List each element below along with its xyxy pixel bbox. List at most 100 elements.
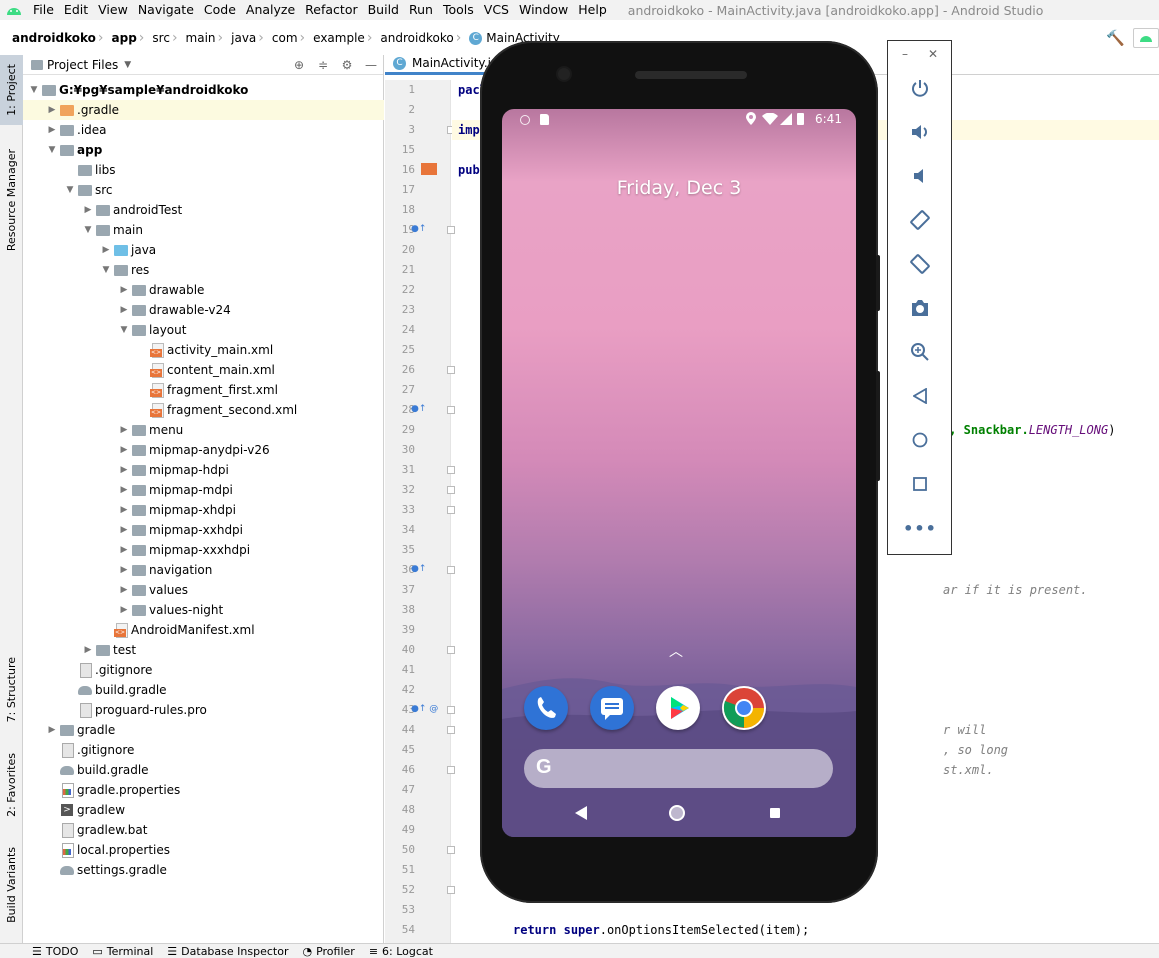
tree-item[interactable]: ▶ mipmap-anydpi-v26 — [23, 440, 384, 460]
breadcrumb-item-src[interactable]: src › — [152, 30, 185, 46]
overview-icon[interactable] — [907, 471, 933, 497]
chevron-right-icon[interactable]: ▶ — [117, 540, 131, 560]
chrome-app-icon[interactable] — [722, 686, 766, 730]
volume-up-icon[interactable] — [907, 119, 933, 145]
chevron-right-icon[interactable]: ▶ — [99, 240, 113, 260]
home-icon[interactable] — [907, 427, 933, 453]
tab-database-inspector[interactable]: ☰ Database Inspector — [167, 945, 288, 958]
tab-structure[interactable]: 7: Structure — [0, 645, 23, 735]
menu-code[interactable]: Code — [199, 0, 241, 20]
chevron-right-icon[interactable]: ▶ — [81, 200, 95, 220]
tree-item[interactable]: build.gradle — [23, 760, 384, 780]
menu-view[interactable]: View — [93, 0, 133, 20]
rotate-right-icon[interactable] — [907, 251, 933, 277]
tree-item[interactable]: ▶ java — [23, 240, 384, 260]
chevron-right-icon[interactable]: ▶ — [117, 280, 131, 300]
tree-item[interactable]: ▶ androidTest — [23, 200, 384, 220]
chevron-right-icon[interactable]: ▶ — [117, 520, 131, 540]
chevron-right-icon[interactable]: ▶ — [45, 100, 59, 120]
tree-item[interactable]: ▶ mipmap-xxhdpi — [23, 520, 384, 540]
breadcrumb-item-main[interactable]: main › — [186, 30, 232, 46]
nav-home-icon[interactable] — [669, 805, 685, 821]
power-icon[interactable] — [907, 75, 933, 101]
tree-item[interactable]: activity_main.xml — [23, 340, 384, 360]
camera-screenshot-icon[interactable] — [907, 295, 933, 321]
tree-item[interactable]: ▶ mipmap-xxxhdpi — [23, 540, 384, 560]
minimize-icon[interactable]: – — [902, 47, 908, 61]
chevron-right-icon[interactable]: ▶ — [117, 460, 131, 480]
chevron-right-icon[interactable]: ▶ — [117, 580, 131, 600]
tree-item[interactable]: gradle.properties — [23, 780, 384, 800]
tree-item[interactable]: ▶ gradle — [23, 720, 384, 740]
menu-tools[interactable]: Tools — [438, 0, 479, 20]
hide-panel-icon[interactable]: — — [359, 58, 383, 72]
tree-item[interactable]: ▶ .idea — [23, 120, 384, 140]
close-icon[interactable]: ✕ — [928, 47, 938, 61]
tree-item[interactable]: ▶ values — [23, 580, 384, 600]
tree-item[interactable]: gradlew — [23, 800, 384, 820]
menu-edit[interactable]: Edit — [59, 0, 93, 20]
tree-item[interactable]: ▼ app — [23, 140, 384, 160]
chevron-right-icon[interactable]: ▶ — [117, 420, 131, 440]
google-search-bar[interactable]: G — [524, 749, 833, 788]
volume-down-icon[interactable] — [907, 163, 933, 189]
menu-refactor[interactable]: Refactor — [300, 0, 362, 20]
override-marker-icon[interactable]: ●↑ — [411, 564, 426, 574]
chevron-down-icon[interactable]: ▼ — [99, 260, 113, 280]
chevron-down-icon[interactable]: ▼ — [63, 180, 77, 200]
chevron-down-icon[interactable]: ▼ — [81, 220, 95, 240]
chevron-down-icon[interactable]: ▼ — [124, 60, 131, 70]
tree-item[interactable]: ▶ menu — [23, 420, 384, 440]
breadcrumb-item-project[interactable]: androidkoko › — [0, 30, 112, 46]
chevron-right-icon[interactable]: ▶ — [45, 720, 59, 740]
tree-item[interactable]: ▶ mipmap-hdpi — [23, 460, 384, 480]
tab-build-variants[interactable]: Build Variants — [0, 835, 23, 935]
override-marker-icon[interactable]: ●↑ — [411, 404, 426, 414]
chevron-right-icon[interactable]: ▶ — [117, 440, 131, 460]
nav-back-icon[interactable] — [575, 806, 587, 823]
menu-help[interactable]: Help — [573, 0, 612, 20]
tree-item[interactable]: build.gradle — [23, 680, 384, 700]
tree-item[interactable]: local.properties — [23, 840, 384, 860]
tree-item[interactable]: ▶ values-night — [23, 600, 384, 620]
collapse-all-icon[interactable]: ≑ — [311, 58, 335, 72]
override-marker-icon[interactable]: ●↑ @ — [411, 704, 438, 714]
menu-build[interactable]: Build — [363, 0, 404, 20]
tab-profiler[interactable]: ◔ Profiler — [302, 945, 354, 958]
tree-item[interactable]: AndroidManifest.xml — [23, 620, 384, 640]
menu-navigate[interactable]: Navigate — [133, 0, 199, 20]
breadcrumb-item-package[interactable]: androidkoko › — [380, 30, 469, 46]
nav-recents-icon[interactable] — [770, 808, 780, 818]
tab-logcat[interactable]: ≡ 6: Logcat — [369, 945, 433, 958]
rotate-left-icon[interactable] — [907, 207, 933, 233]
tree-item[interactable]: ▼ layout — [23, 320, 384, 340]
tree-item[interactable]: libs — [23, 160, 384, 180]
emulator-screen[interactable]: 6:41 Friday, Dec 3 ︿ G — [502, 109, 856, 837]
build-hammer-icon[interactable]: 🔨 — [1106, 29, 1125, 47]
tree-item[interactable]: ▶ drawable-v24 — [23, 300, 384, 320]
menu-window[interactable]: Window — [514, 0, 573, 20]
tree-item[interactable]: settings.gradle — [23, 860, 384, 880]
override-marker-icon[interactable]: ●↑ — [411, 224, 426, 234]
tree-item[interactable]: ▼ main — [23, 220, 384, 240]
zoom-icon[interactable] — [907, 339, 933, 365]
tab-resource-manager[interactable]: Resource Manager — [0, 135, 23, 265]
more-icon[interactable]: ••• — [903, 515, 936, 541]
tab-project[interactable]: 1: Project — [0, 55, 23, 125]
chevron-right-icon[interactable]: ▶ — [117, 560, 131, 580]
tree-item[interactable]: fragment_second.xml — [23, 400, 384, 420]
chevron-right-icon[interactable]: ▶ — [117, 500, 131, 520]
tree-item[interactable]: ▶ test — [23, 640, 384, 660]
back-icon[interactable] — [907, 383, 933, 409]
tree-item[interactable]: ▼ src — [23, 180, 384, 200]
tab-favorites[interactable]: 2: Favorites — [0, 745, 23, 825]
run-config-android-icon[interactable] — [1133, 28, 1159, 48]
tree-item[interactable]: ▶ navigation — [23, 560, 384, 580]
locate-icon[interactable]: ⊕ — [287, 58, 311, 72]
breadcrumb-item-example[interactable]: example › — [313, 30, 380, 46]
tree-item[interactable]: ▼ G:¥pg¥sample¥androidkoko — [23, 80, 384, 100]
chevron-right-icon[interactable]: ▶ — [45, 120, 59, 140]
project-view-selector[interactable]: Project Files — [47, 58, 118, 72]
tree-item[interactable]: fragment_first.xml — [23, 380, 384, 400]
breadcrumb-item-java[interactable]: java › — [231, 30, 272, 46]
